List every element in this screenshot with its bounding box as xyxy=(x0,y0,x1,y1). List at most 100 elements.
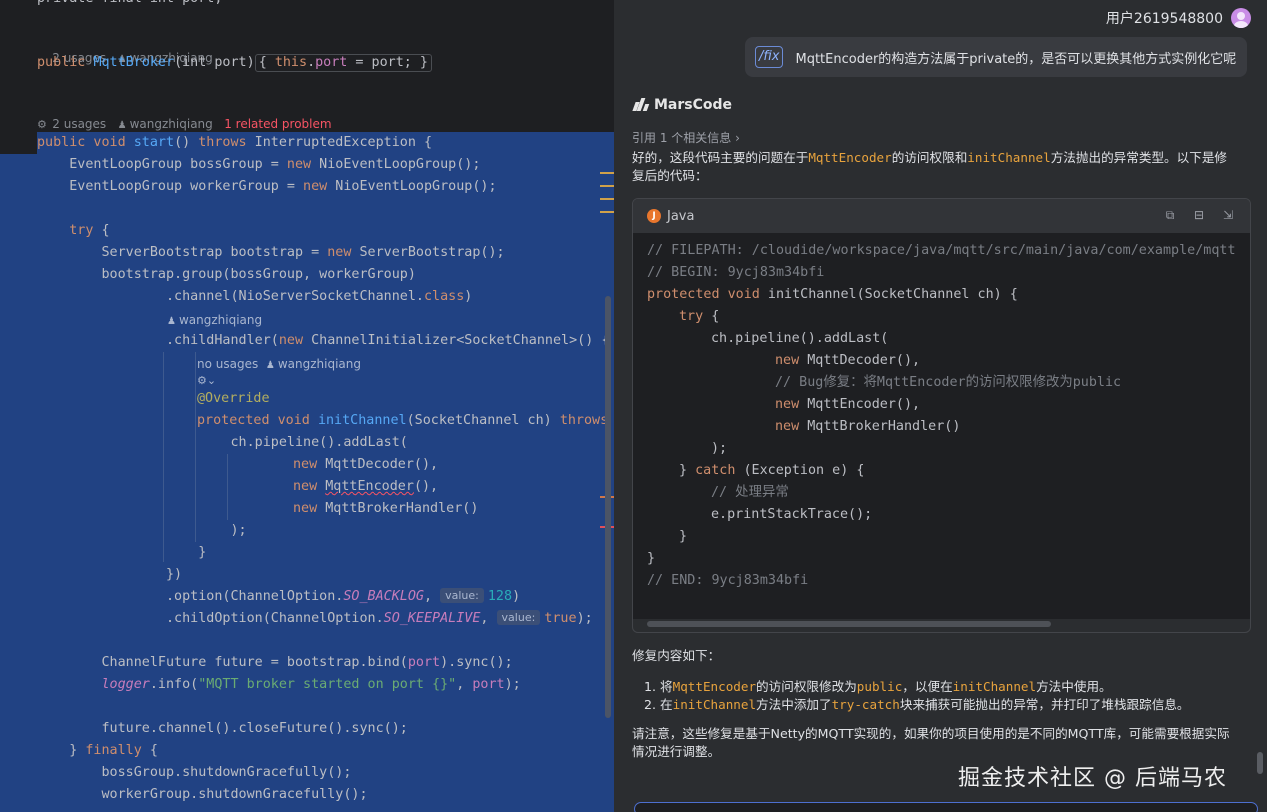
user-header: 用户2619548800 xyxy=(1106,8,1251,28)
code-line: .childOption(ChannelOption.SO_KEEPALIVE,… xyxy=(37,610,593,626)
user-icon: ♟ xyxy=(167,316,176,327)
ctor-name: MqttBroker xyxy=(93,55,175,70)
code-line: .childHandler(new ChannelInitializer<Soc… xyxy=(37,333,610,348)
code-line: new MqttBrokerHandler() xyxy=(775,419,961,434)
code-line: .channel(NioServerSocketChannel.class) xyxy=(37,289,473,304)
reference-link[interactable]: 引用 1 个相关信息 › xyxy=(632,129,740,146)
code-line: .option(ChannelOption.SO_BACKLOG, value:… xyxy=(37,588,521,604)
code-line: try { xyxy=(69,223,110,238)
intro-paragraph: 好的，这段代码主要的问题在于MqttEncoder的访问权限和initChann… xyxy=(632,150,1227,183)
chat-input[interactable] xyxy=(634,802,1258,812)
diff-icon[interactable]: ⊟ xyxy=(1192,208,1206,222)
note-paragraph: 请注意，这些修复是基于Netty的MQTT实现的，如果你的项目使用的是不同的MQ… xyxy=(632,726,1230,759)
code-line: ch.pipeline().addLast( xyxy=(37,435,408,450)
scroll-marker[interactable] xyxy=(600,211,614,213)
user-icon: ♟ xyxy=(265,360,275,371)
scroll-marker[interactable] xyxy=(600,198,614,200)
code-line: } xyxy=(37,545,207,560)
watermark: 掘金技术社区 @ 后端马农 xyxy=(958,766,1227,791)
usages-hint[interactable]: 2 usages ♟ wangzhiqiang xyxy=(37,34,213,65)
list-item: 1. 将MqttEncoder的访问权限修改为public，以便在initCha… xyxy=(644,679,1112,694)
usages-hint-3[interactable]: no usages ♟ wangzhiqiang xyxy=(197,356,361,372)
code-line: // Bug修复：将MqttEncoder的访问权限修改为public xyxy=(775,375,1122,390)
assistant-name: MarsCode xyxy=(654,97,733,113)
param-hint: value: xyxy=(440,588,484,603)
param-hint: value: xyxy=(496,610,541,625)
code-line: // BEGIN: 9ycj83m34bfi xyxy=(647,265,825,280)
code-line: }) xyxy=(37,567,183,582)
field-ref: port xyxy=(315,55,348,70)
usages-count: 2 usages xyxy=(52,117,107,131)
ctor-body: = port; xyxy=(347,55,412,70)
chat-panel: 用户2619548800 /fix MqttEncoder的构造方法属于priv… xyxy=(614,0,1267,812)
scroll-marker[interactable] xyxy=(600,172,614,174)
list-item: 2. 在initChannel方法中添加了try-catch块来捕获可能抛出的异… xyxy=(644,697,1190,712)
code-line: future.channel().closeFuture().sync(); xyxy=(37,721,408,736)
code-line: // FILEPATH: /cloudide/workspace/java/mq… xyxy=(647,243,1236,258)
gutter-icon[interactable]: ⚙⌄ xyxy=(197,373,216,389)
kw: public xyxy=(37,55,86,70)
gutter-icon[interactable]: ⚙ xyxy=(37,117,47,133)
summary-title: 修复内容如下： xyxy=(632,648,721,663)
chat-scrollbar[interactable] xyxy=(1257,752,1263,774)
code-line: } xyxy=(647,551,656,566)
code-line: // 处理异常 xyxy=(711,485,789,500)
user-name: 用户2619548800 xyxy=(1105,11,1223,27)
code-line: logger.info("MQTT broker started on port… xyxy=(101,677,521,692)
code-line: } catch (Exception e) { xyxy=(679,463,865,478)
marscode-logo-icon xyxy=(632,97,650,113)
code-line: ServerBootstrap bootstrap = new ServerBo… xyxy=(37,245,505,260)
code-line: } finally { xyxy=(37,743,158,758)
code-line: new MqttDecoder(), xyxy=(293,457,439,472)
code-line: ); xyxy=(711,441,728,456)
error-highlight[interactable]: MqttEncoder xyxy=(325,479,414,494)
author-hint[interactable]: ♟ wangzhiqiang xyxy=(167,312,262,328)
related-problem-link[interactable]: 1 related problem xyxy=(224,117,331,131)
insert-icon[interactable]: ⇲ xyxy=(1221,208,1235,222)
kw: public void xyxy=(37,135,126,150)
code-line: protected void initChannel(SocketChannel… xyxy=(647,287,1018,302)
user-question: MqttEncoder的构造方法属于private的，是否可以更换其他方式实例化… xyxy=(795,51,1237,67)
code-line: @Override xyxy=(197,391,270,406)
code-language: Java xyxy=(667,208,695,224)
indent-guide xyxy=(227,454,228,520)
java-icon: J xyxy=(647,209,661,223)
code-line: new MqttBrokerHandler() xyxy=(293,501,479,516)
code-line: e.printStackTrace(); xyxy=(711,507,873,522)
code-editor[interactable]: private final int port; 2 usages ♟wangzh… xyxy=(0,0,614,812)
constructor-line: public MqttBroker(int port){ this.port =… xyxy=(37,52,432,74)
code-line: ChannelFuture future = bootstrap.bind(po… xyxy=(37,655,513,670)
fix-command-tag: /fix xyxy=(755,46,784,68)
code-line: bossGroup.shutdownGracefully(); xyxy=(37,765,352,780)
kw-this: this xyxy=(274,55,308,70)
code-line: EventLoopGroup workerGroup = new NioEven… xyxy=(37,179,497,194)
code-block-header: J Java ⧉ ⊟ ⇲ xyxy=(633,199,1250,233)
code-line: new MqttEncoder(), xyxy=(293,479,439,494)
author-name: wangzhiqiang xyxy=(129,117,213,131)
code-line: EventLoopGroup bossGroup = new NioEventL… xyxy=(37,157,481,172)
assistant-header: MarsCode xyxy=(632,97,732,113)
selection-gap xyxy=(0,132,37,154)
code-line: ); xyxy=(37,523,247,538)
code-line: } xyxy=(679,529,688,544)
editor-scrollbar[interactable] xyxy=(605,296,611,718)
copy-icon[interactable]: ⧉ xyxy=(1163,208,1177,222)
code-hscrollbar[interactable] xyxy=(647,621,1051,627)
indent-guide xyxy=(195,352,196,542)
code-line: workerGroup.shutdownGracefully(); xyxy=(37,787,368,802)
indent-guide xyxy=(163,352,164,562)
usages-hint-2[interactable]: 2 usages ♟ wangzhiqiang 1 related problem xyxy=(37,100,331,131)
avatar[interactable] xyxy=(1231,8,1251,28)
code-line: new MqttDecoder(), xyxy=(775,353,921,368)
code-block-body[interactable]: // FILEPATH: /cloudide/workspace/java/mq… xyxy=(633,233,1250,619)
user-icon: ♟ xyxy=(117,120,127,131)
scroll-marker[interactable] xyxy=(600,185,614,187)
start-method-line: public void start() throws InterruptedEx… xyxy=(37,132,432,154)
code-line: protected void initChannel(SocketChannel… xyxy=(197,413,609,428)
code-line: new MqttEncoder(), xyxy=(775,397,921,412)
code-line: ch.pipeline().addLast( xyxy=(711,331,889,346)
fix-list: 1. 将MqttEncoder的访问权限修改为public，以便在initCha… xyxy=(632,678,1252,714)
folded-body[interactable]: { this.port = port; } xyxy=(254,54,432,72)
code-line: bootstrap.group(bossGroup, workerGroup) xyxy=(37,267,416,282)
code-line: // END: 9ycj83m34bfi xyxy=(647,573,809,588)
